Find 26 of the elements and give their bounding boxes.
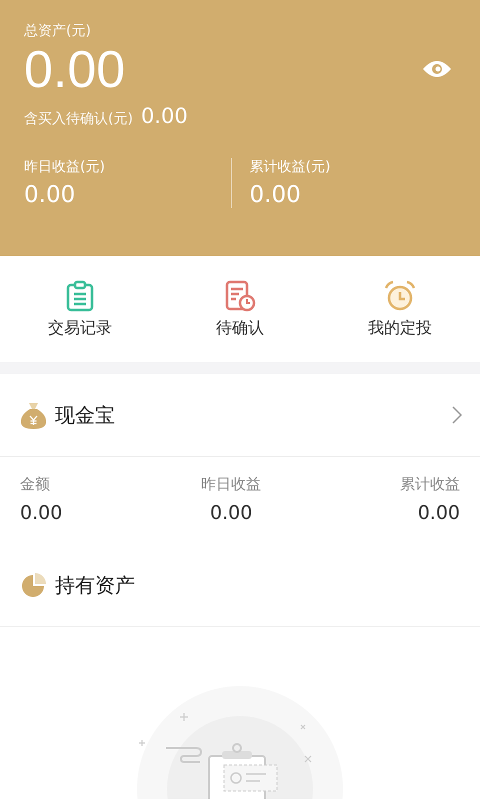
shortcut-button[interactable]: 交易记录 [0,256,160,362]
stat-value: 0.00 [24,182,76,208]
column-value: 0.00 [20,502,62,524]
pie-chart-icon [20,572,47,598]
pending-label: 含买入待确认(元) [24,110,133,128]
money-bag-icon [20,401,47,429]
section-title: 持有资产 [55,572,135,598]
pending-value: 0.00 [140,104,188,128]
alarm-clock-icon [383,280,417,312]
column-value: 0.00 [210,502,252,524]
column-value: 0.00 [418,502,460,524]
column-label: 累计收益 [400,475,460,494]
section-title: 现金宝 [55,402,116,428]
stat-label: 累计收益(元) [250,158,332,176]
stat-label: 昨日收益(元) [24,158,106,176]
document-clock-icon [224,280,256,312]
shortcut-button[interactable]: 待确认 [160,256,320,362]
total-assets-value: 0.00 [24,42,126,98]
eye-icon[interactable] [422,59,452,79]
total-assets-label: 总资产(元) [24,22,92,40]
stat-value: 0.00 [250,182,302,208]
shortcut-button[interactable]: 我的定投 [320,256,480,362]
column-label: 金额 [20,475,51,494]
clipboard-icon [66,280,94,312]
column-label: 昨日收益 [201,475,262,494]
chevron-right-icon[interactable] [452,406,462,424]
